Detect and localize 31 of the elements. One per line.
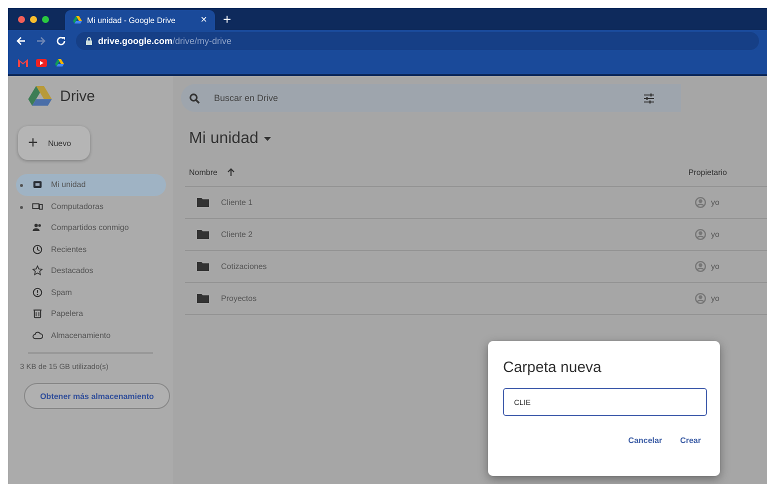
owner-name: yo: [711, 294, 720, 303]
owner-name: yo: [711, 230, 720, 239]
sidebar-item[interactable]: Papelera: [16, 303, 166, 324]
tab-close[interactable]: ×: [200, 14, 207, 26]
new-button[interactable]: + Nuevo: [18, 126, 90, 160]
dialog-button[interactable]: Crear: [680, 436, 701, 445]
address-bar[interactable]: drive.google.com/drive/my-drive: [76, 32, 759, 50]
url-text: drive.google.com/drive/my-drive: [98, 36, 232, 46]
file-name[interactable]: Proyectos: [221, 294, 695, 303]
sidebar-item[interactable]: Mi unidad: [16, 174, 166, 196]
sidebar-item[interactable]: Spam: [16, 282, 166, 303]
page-title[interactable]: Mi unidad: [189, 130, 258, 148]
sidebar-item[interactable]: Destacados: [16, 260, 166, 282]
column-header[interactable]: Propietario: [688, 168, 727, 176]
file-name[interactable]: Cliente 2: [221, 230, 695, 239]
owner-name: yo: [711, 262, 720, 271]
dialog-title: Carpeta nueva: [503, 359, 602, 376]
sidebar-item[interactable]: Almacenamiento: [16, 324, 166, 346]
column-header[interactable]: Nombre: [189, 168, 218, 176]
sidebar-item[interactable]: Compartidos conmigo: [16, 217, 166, 238]
owner-name: yo: [711, 198, 720, 207]
app-name: Drive: [60, 88, 96, 104]
sidebar-item[interactable]: Recientes: [16, 238, 166, 260]
sidebar-item[interactable]: Computadoras: [16, 196, 166, 217]
file-name[interactable]: Cliente 1: [221, 198, 695, 207]
more-storage-button[interactable]: Obtener más almacenamiento: [24, 383, 170, 409]
new-tab-button[interactable]: +: [223, 11, 232, 27]
dialog-button[interactable]: Cancelar: [628, 436, 662, 445]
file-name[interactable]: Cotizaciones: [221, 262, 695, 271]
browser-tab[interactable]: Mi unidad - Google Drive ×: [65, 10, 215, 30]
search-field[interactable]: Buscar en Drive: [181, 84, 681, 112]
